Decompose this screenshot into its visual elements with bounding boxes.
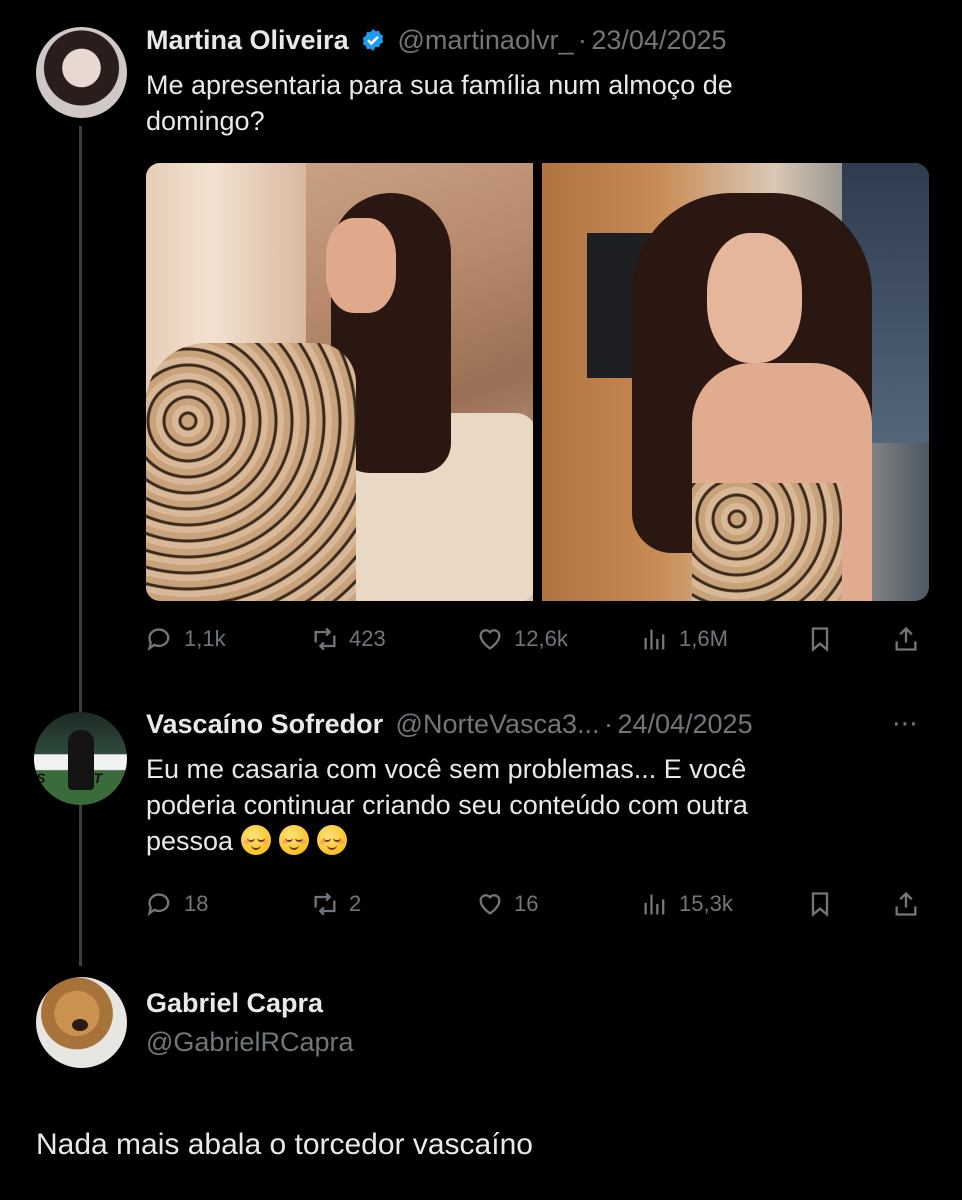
separator: · — [577, 25, 587, 55]
like-button[interactable]: 12,6k — [476, 619, 568, 659]
like-button[interactable]: 16 — [476, 884, 538, 924]
views-count: 1,6M — [679, 626, 728, 651]
reply-icon — [147, 628, 170, 652]
text-line: Eu me casaria com você sem problemas... … — [146, 754, 747, 784]
tweet-date[interactable]: 23/04/2025 — [591, 25, 726, 55]
bookmark-icon — [811, 892, 829, 917]
bookmark-icon — [811, 627, 829, 652]
reply-button[interactable]: 18 — [146, 884, 208, 924]
tweet-1-actions: 1,1k 423 12,6k 1,6M — [146, 619, 926, 659]
tweet-2-text: Eu me casaria com você sem problemas... … — [146, 751, 748, 859]
verified-badge-icon — [362, 29, 384, 51]
repost-count: 2 — [349, 891, 362, 916]
views-button[interactable]: 15,3k — [641, 884, 733, 924]
views-icon — [644, 629, 665, 650]
photo-face — [707, 233, 802, 363]
share-icon — [895, 891, 917, 916]
text-line-last: pessoa — [146, 823, 748, 859]
views-count: 15,3k — [679, 891, 733, 916]
tweet-2-actions: 18 2 16 15,3k — [146, 884, 926, 924]
heart-icon — [479, 894, 501, 915]
tweet-photo-2[interactable] — [542, 163, 929, 601]
tweet-date[interactable]: 24/04/2025 — [617, 709, 752, 739]
views-icon — [644, 894, 665, 915]
author-name[interactable]: Vascaíno Sofredor — [146, 709, 383, 739]
avatar-dog-nose — [72, 1019, 88, 1031]
reply-icon — [147, 893, 170, 917]
quote-author-handle: @GabrielRCapra — [146, 1027, 353, 1058]
share-button[interactable] — [892, 884, 920, 924]
share-button[interactable] — [892, 619, 920, 659]
avatar-martina[interactable] — [36, 27, 127, 118]
tweet-photo-1[interactable] — [146, 163, 533, 601]
bookmark-button[interactable] — [806, 619, 834, 659]
photo-dress — [146, 343, 356, 601]
text-line: pessoa — [146, 826, 234, 856]
reply-count: 1,1k — [184, 626, 226, 651]
like-count: 12,6k — [514, 626, 568, 651]
relieved-face-emoji-icon — [317, 825, 348, 855]
reply-count: 18 — [184, 891, 209, 916]
text-line: domingo? — [146, 106, 265, 136]
photo-dress — [692, 483, 842, 601]
separator: · — [604, 709, 613, 739]
repost-icon — [314, 892, 336, 916]
text-line: Me apresentaria para sua família num alm… — [146, 70, 733, 100]
share-icon — [895, 626, 917, 651]
avatar-player — [68, 730, 94, 790]
caption: Nada mais abala o torcedor vascaíno — [36, 1128, 533, 1161]
avatar-vascaino[interactable]: S ORT — [34, 712, 127, 805]
like-count: 16 — [514, 891, 539, 916]
tweet-2-header: Vascaíno Sofredor @NorteVasca3... · 24/0… — [146, 709, 753, 740]
quote-author-name: Gabriel Capra — [146, 988, 323, 1019]
text-line: poderia continuar criando seu conteúdo c… — [146, 790, 748, 820]
repost-button[interactable]: 423 — [311, 619, 386, 659]
more-icon: ⋯ — [892, 708, 918, 738]
photo-face — [326, 218, 396, 313]
author-handle[interactable]: @martinaolvr_ — [398, 25, 574, 55]
reply-button[interactable]: 1,1k — [146, 619, 226, 659]
relieved-face-emoji-icon — [279, 825, 310, 855]
tweet-1-header: Martina Oliveira @martinaolvr_ · 23/04/2… — [146, 25, 727, 56]
relieved-face-emoji-icon — [241, 825, 272, 855]
views-button[interactable]: 1,6M — [641, 619, 728, 659]
author-handle[interactable]: @GabrielRCapra — [146, 1027, 353, 1057]
bookmark-button[interactable] — [806, 884, 834, 924]
thread-line — [79, 126, 82, 966]
repost-icon — [314, 627, 336, 651]
heart-icon — [479, 629, 501, 650]
repost-count: 423 — [349, 626, 386, 651]
author-name[interactable]: Martina Oliveira — [146, 25, 349, 55]
author-handle[interactable]: @NorteVasca3... — [396, 709, 600, 739]
tweet-1-text: Me apresentaria para sua família num alm… — [146, 67, 733, 139]
author-name[interactable]: Gabriel Capra — [146, 988, 323, 1018]
avatar-gabriel[interactable] — [36, 977, 127, 1068]
more-button[interactable]: ⋯ — [892, 710, 928, 736]
repost-button[interactable]: 2 — [311, 884, 361, 924]
